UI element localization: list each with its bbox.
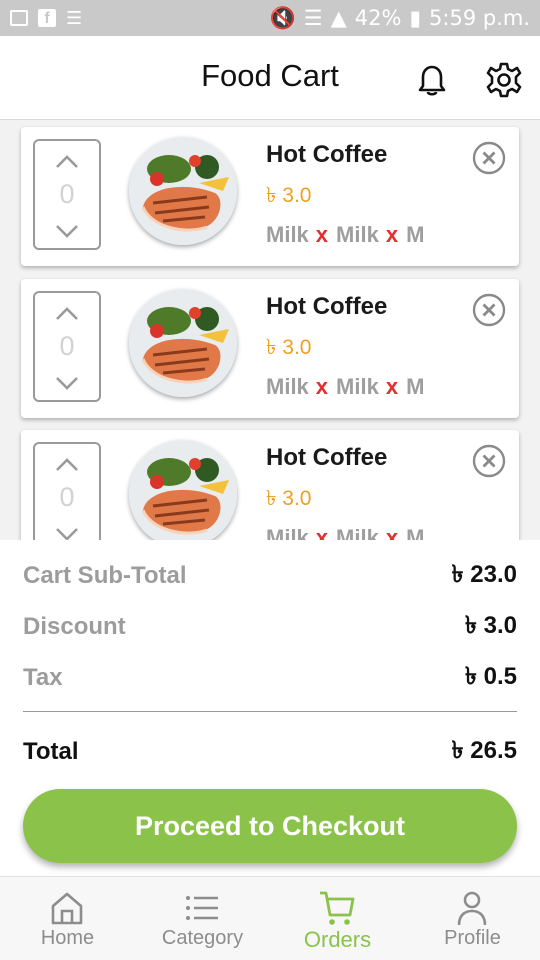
addon-label: Milk [336, 222, 379, 247]
total-value: ৳ 26.5 [451, 737, 517, 764]
addon-label: M [406, 222, 425, 247]
mute-icon: 🔇 [269, 5, 296, 30]
chevron-up-icon[interactable] [53, 456, 81, 474]
food-image [129, 289, 237, 397]
cart-item: 0 Hot Coffee ৳ 3.0 Milk x Milk x M [21, 127, 519, 266]
image-icon [10, 10, 28, 26]
tax-label: Tax [23, 664, 63, 691]
list-icon [186, 896, 218, 920]
addon-label: Milk [336, 525, 379, 540]
quantity-value: 0 [59, 331, 75, 361]
subtotal-row: Cart Sub-Total ৳ 23.0 [23, 556, 517, 596]
battery-icon: ▮ [409, 6, 422, 30]
addon-label: M [406, 374, 425, 399]
item-name: Hot Coffee [266, 444, 388, 471]
item-price: ৳ 3.0 [266, 487, 312, 510]
checkout-button[interactable]: Proceed to Checkout [23, 789, 517, 863]
addon-label: Milk [266, 525, 309, 540]
status-bar: f ☰ 🔇 ☰ ▲ 42% ▮ 5:59 p.m. [0, 0, 540, 36]
battery-percent: 42% [354, 6, 402, 30]
nav-label: Profile [444, 927, 501, 949]
tax-row: Tax ৳ 0.5 [23, 658, 517, 698]
signal-icon: ▲ [330, 6, 347, 30]
chevron-up-icon[interactable] [53, 153, 81, 171]
addon-remove-x[interactable]: x [386, 374, 398, 399]
food-image [129, 440, 237, 540]
nav-item-profile[interactable]: Profile [405, 877, 540, 960]
list-icon: ☰ [66, 7, 83, 28]
quantity-stepper: 0 [33, 442, 101, 540]
addon-remove-x[interactable]: x [386, 525, 398, 540]
item-name: Hot Coffee [266, 141, 388, 168]
addon-label: M [406, 525, 425, 540]
clock: 5:59 p.m. [429, 6, 530, 30]
cart-item: 0 Hot Coffee ৳ 3.0 Milk x Milk x M [21, 430, 519, 540]
discount-row: Discount ৳ 3.0 [23, 607, 517, 647]
addon-remove-x[interactable]: x [316, 374, 328, 399]
nav-label: Home [40, 927, 95, 949]
cart-list[interactable]: 0 Hot Coffee ৳ 3.0 Milk x Milk x M 0 Hot… [0, 121, 540, 540]
food-image [129, 137, 237, 245]
nav-label: Orders [303, 927, 372, 952]
bell-icon[interactable] [412, 60, 452, 100]
cart-item: 0 Hot Coffee ৳ 3.0 Milk x Milk x M [21, 279, 519, 418]
chevron-down-icon[interactable] [53, 374, 81, 392]
wifi-icon: ☰ [303, 6, 323, 30]
tax-value: ৳ 0.5 [465, 663, 517, 690]
remove-item-icon[interactable] [472, 141, 506, 175]
nav-item-home[interactable]: Home [0, 877, 135, 960]
gear-icon[interactable] [484, 60, 524, 100]
quantity-stepper: 0 [33, 291, 101, 402]
bottom-nav: Home Category Orders Profile [0, 876, 540, 960]
subtotal-value: ৳ 23.0 [451, 561, 517, 588]
quantity-value: 0 [59, 179, 75, 209]
summary-divider [23, 711, 517, 712]
addon-remove-x[interactable]: x [316, 525, 328, 540]
item-addons: Milk x Milk x M [266, 222, 424, 248]
status-bar-left: f ☰ [10, 8, 82, 29]
discount-value: ৳ 3.0 [465, 612, 517, 639]
addon-remove-x[interactable]: x [316, 222, 328, 247]
item-addons: Milk x Milk x M [266, 374, 424, 400]
addon-remove-x[interactable]: x [386, 222, 398, 247]
chevron-down-icon[interactable] [53, 222, 81, 240]
nav-label: Category [161, 927, 244, 949]
home-icon [51, 892, 83, 925]
discount-label: Discount [23, 613, 126, 640]
page-title: Food Cart [201, 58, 339, 93]
item-name: Hot Coffee [266, 293, 388, 320]
chevron-up-icon[interactable] [53, 305, 81, 323]
cart-icon [320, 891, 355, 925]
quantity-value: 0 [59, 482, 75, 512]
nav-item-orders[interactable]: Orders [270, 877, 405, 960]
facebook-icon: f [38, 9, 56, 27]
nav-item-category[interactable]: Category [135, 877, 270, 960]
item-price: ৳ 3.0 [266, 336, 312, 359]
remove-item-icon[interactable] [472, 293, 506, 327]
addon-label: Milk [336, 374, 379, 399]
person-icon [457, 891, 487, 926]
chevron-down-icon[interactable] [53, 525, 81, 540]
quantity-stepper: 0 [33, 139, 101, 250]
item-price: ৳ 3.0 [266, 184, 312, 207]
item-addons: Milk x Milk x M [266, 525, 424, 540]
subtotal-label: Cart Sub-Total [23, 562, 187, 589]
app-header: Food Cart [0, 36, 540, 120]
total-row: Total ৳ 26.5 [23, 732, 517, 772]
total-label: Total [23, 738, 79, 765]
remove-item-icon[interactable] [472, 444, 506, 478]
order-summary: Cart Sub-Total ৳ 23.0 Discount ৳ 3.0 Tax… [0, 540, 540, 876]
status-bar-right: 🔇 ☰ ▲ 42% ▮ 5:59 p.m. [270, 6, 530, 31]
addon-label: Milk [266, 222, 309, 247]
addon-label: Milk [266, 374, 309, 399]
